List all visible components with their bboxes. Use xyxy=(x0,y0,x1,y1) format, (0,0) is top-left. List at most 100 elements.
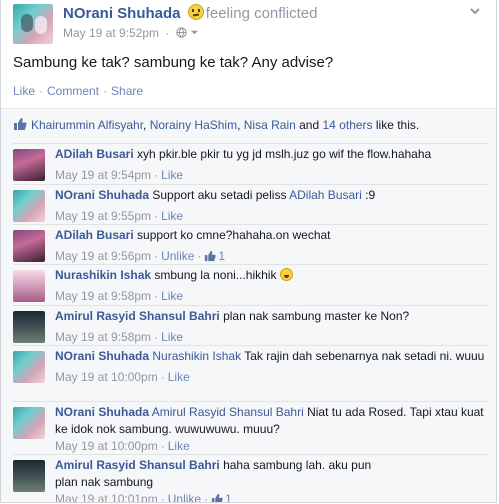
author-avatar[interactable] xyxy=(13,4,53,44)
comment-like-link[interactable]: Like xyxy=(161,168,183,182)
action-separator: · xyxy=(39,84,44,98)
liker-name[interactable]: Norainy HaShim xyxy=(150,118,237,132)
comment-timestamp[interactable]: May 19 at 9:58pm xyxy=(55,289,151,303)
comments-section: Khairummin Alfisyahr, Norainy HaShim, Ni… xyxy=(1,108,496,503)
comment-unlike-link[interactable]: Unlike xyxy=(161,249,194,263)
comment-item: Amirul Rasyid Shansul Bahri plan nak sam… xyxy=(13,305,489,346)
like-link[interactable]: Like xyxy=(13,84,35,98)
comment-timestamp[interactable]: May 19 at 10:00pm xyxy=(55,370,158,384)
feeling-emoji-icon xyxy=(187,4,204,20)
commenter-avatar[interactable] xyxy=(13,311,45,343)
author-line: NOrani Shuhada feeling conflicted xyxy=(63,4,317,22)
comment-timestamp[interactable]: May 19 at 9:58pm xyxy=(55,330,151,344)
comment-like-count[interactable]: 1 xyxy=(218,249,225,263)
comment-body: Amirul Rasyid Shansul Bahri haha sambung… xyxy=(55,457,385,503)
comment-body: Amirul Rasyid Shansul Bahri plan nak sam… xyxy=(55,308,485,346)
comment-body: ADilah Busari xyh pkir.ble pkir tu yg jd… xyxy=(55,146,485,184)
comment-text-end: :9 xyxy=(361,188,376,202)
meta-separator: · xyxy=(165,26,170,40)
comment-unlike-link[interactable]: Unlike xyxy=(168,492,201,502)
comment-body: NOrani Shuhada Amirul Rasyid Shansul Bah… xyxy=(55,404,485,455)
meta-dot: · xyxy=(160,492,165,503)
comment-timestamp[interactable]: May 19 at 9:56pm xyxy=(55,249,151,263)
comment-meta: May 19 at 9:58pm · Like xyxy=(55,288,485,305)
commenter-name[interactable]: ADilah Busari xyxy=(55,228,134,242)
comment-body: NOrani Shuhada Nurashikin Ishak Tak raji… xyxy=(55,348,485,386)
comment-like-count[interactable]: 1 xyxy=(225,492,232,502)
comment-like-link[interactable]: Like xyxy=(168,370,190,384)
meta-dot: · xyxy=(160,370,165,384)
comment-body: Nurashikin Ishak smbung la noni...hikhik… xyxy=(55,267,485,305)
comment-timestamp[interactable]: May 19 at 10:01pm xyxy=(55,492,158,502)
meta-dot: · xyxy=(154,209,159,223)
chevron-down-icon[interactable] xyxy=(468,4,482,18)
liker-name[interactable]: Khairummin Alfisyahr xyxy=(31,118,143,132)
comment-link[interactable]: Comment xyxy=(47,84,99,98)
likes-summary: Khairummin Alfisyahr, Norainy HaShim, Ni… xyxy=(13,117,419,132)
thumbs-up-icon[interactable] xyxy=(211,493,223,503)
post-meta: May 19 at 9:52pm · xyxy=(63,26,199,40)
comment-meta: May 19 at 10:01pm · Unlike · 1 xyxy=(55,491,385,503)
post-timestamp[interactable]: May 19 at 9:52pm xyxy=(63,26,159,40)
commenter-avatar[interactable] xyxy=(13,270,45,302)
meta-dot: · xyxy=(160,439,165,453)
post-header: NOrani Shuhada feeling conflicted May 19… xyxy=(1,0,496,48)
comment-item: Amirul Rasyid Shansul Bahri haha sambung… xyxy=(13,454,489,503)
commenter-name[interactable]: NOrani Shuhada xyxy=(55,188,149,202)
comment-like-link[interactable]: Like xyxy=(161,330,183,344)
commenter-name[interactable]: ADilah Busari xyxy=(55,147,134,161)
comment-timestamp[interactable]: May 19 at 9:54pm xyxy=(55,168,151,182)
commenter-name[interactable]: NOrani Shuhada xyxy=(55,405,149,419)
meta-dot: · xyxy=(204,492,209,503)
comment-item: Nurashikin Ishak smbung la noni...hikhik… xyxy=(13,264,489,306)
comment-text: xyh pkir.ble pkir tu yg jd mslh.juz go w… xyxy=(137,147,432,161)
commenter-avatar[interactable] xyxy=(13,407,45,439)
comment-item: NOrani Shuhada Support aku setadi peliss… xyxy=(13,184,489,225)
liker-separator: , xyxy=(143,118,150,132)
comment-like-link[interactable]: Like xyxy=(161,289,183,303)
comment-body: ADilah Busari support ko cmne?hahaha.on … xyxy=(55,227,485,265)
mentioned-user[interactable]: Amirul Rasyid Shansul Bahri xyxy=(152,405,304,419)
likes-suffix: like this. xyxy=(372,118,420,132)
comment-timestamp[interactable]: May 19 at 10:00pm xyxy=(55,439,158,453)
comment-meta: May 19 at 9:58pm · Like xyxy=(55,329,485,346)
liker-separator: , xyxy=(237,118,244,132)
others-link[interactable]: 14 others xyxy=(323,118,373,132)
meta-dot: · xyxy=(154,249,159,263)
comment-text: plan nak sambung master ke Non? xyxy=(223,309,410,323)
privacy-dropdown-icon[interactable] xyxy=(190,28,199,37)
thumbs-up-icon[interactable] xyxy=(204,250,217,262)
post-actions: Like · Comment · Share xyxy=(13,84,143,98)
comment-text: smbung la noni...hikhik xyxy=(154,268,280,282)
tongue-smiley-icon xyxy=(279,268,293,281)
comment-text: Tak rajin dah sebenarnya nak setadi ni. … xyxy=(241,349,485,363)
comment-meta: May 19 at 9:56pm · Unlike · 1 xyxy=(55,248,485,265)
mentioned-user[interactable]: ADilah Busari xyxy=(289,188,362,202)
thumbs-up-icon xyxy=(14,118,27,130)
share-link[interactable]: Share xyxy=(111,84,143,98)
liker-name[interactable]: Nisa Rain xyxy=(244,118,296,132)
comment-timestamp[interactable]: May 19 at 9:55pm xyxy=(55,209,151,223)
comment-like-link[interactable]: Like xyxy=(161,209,183,223)
comment-meta: May 19 at 9:54pm · Like xyxy=(55,167,485,184)
author-name[interactable]: NOrani Shuhada xyxy=(63,5,181,22)
comment-text: Support aku setadi peliss xyxy=(152,188,290,202)
feeling-text: feeling conflicted xyxy=(205,5,318,22)
commenter-avatar[interactable] xyxy=(13,460,45,492)
comment-body: NOrani Shuhada Support aku setadi peliss… xyxy=(55,187,485,225)
commenter-avatar[interactable] xyxy=(13,230,45,262)
commenter-avatar[interactable] xyxy=(13,351,45,383)
post-card: NOrani Shuhada feeling conflicted May 19… xyxy=(0,0,497,503)
action-separator: · xyxy=(103,84,108,98)
commenter-name[interactable]: NOrani Shuhada xyxy=(55,349,149,363)
liker-separator: and xyxy=(295,118,323,132)
comment-item: ADilah Busari xyh pkir.ble pkir tu yg jd… xyxy=(13,143,489,185)
commenter-name[interactable]: Amirul Rasyid Shansul Bahri xyxy=(55,458,220,472)
comment-like-link[interactable]: Like xyxy=(168,439,190,453)
commenter-avatar[interactable] xyxy=(13,149,45,181)
commenter-name[interactable]: Amirul Rasyid Shansul Bahri xyxy=(55,309,220,323)
mentioned-user[interactable]: Nurashikin Ishak xyxy=(152,349,241,363)
globe-icon[interactable] xyxy=(176,27,187,38)
commenter-avatar[interactable] xyxy=(13,190,45,222)
commenter-name[interactable]: Nurashikin Ishak xyxy=(55,268,151,282)
